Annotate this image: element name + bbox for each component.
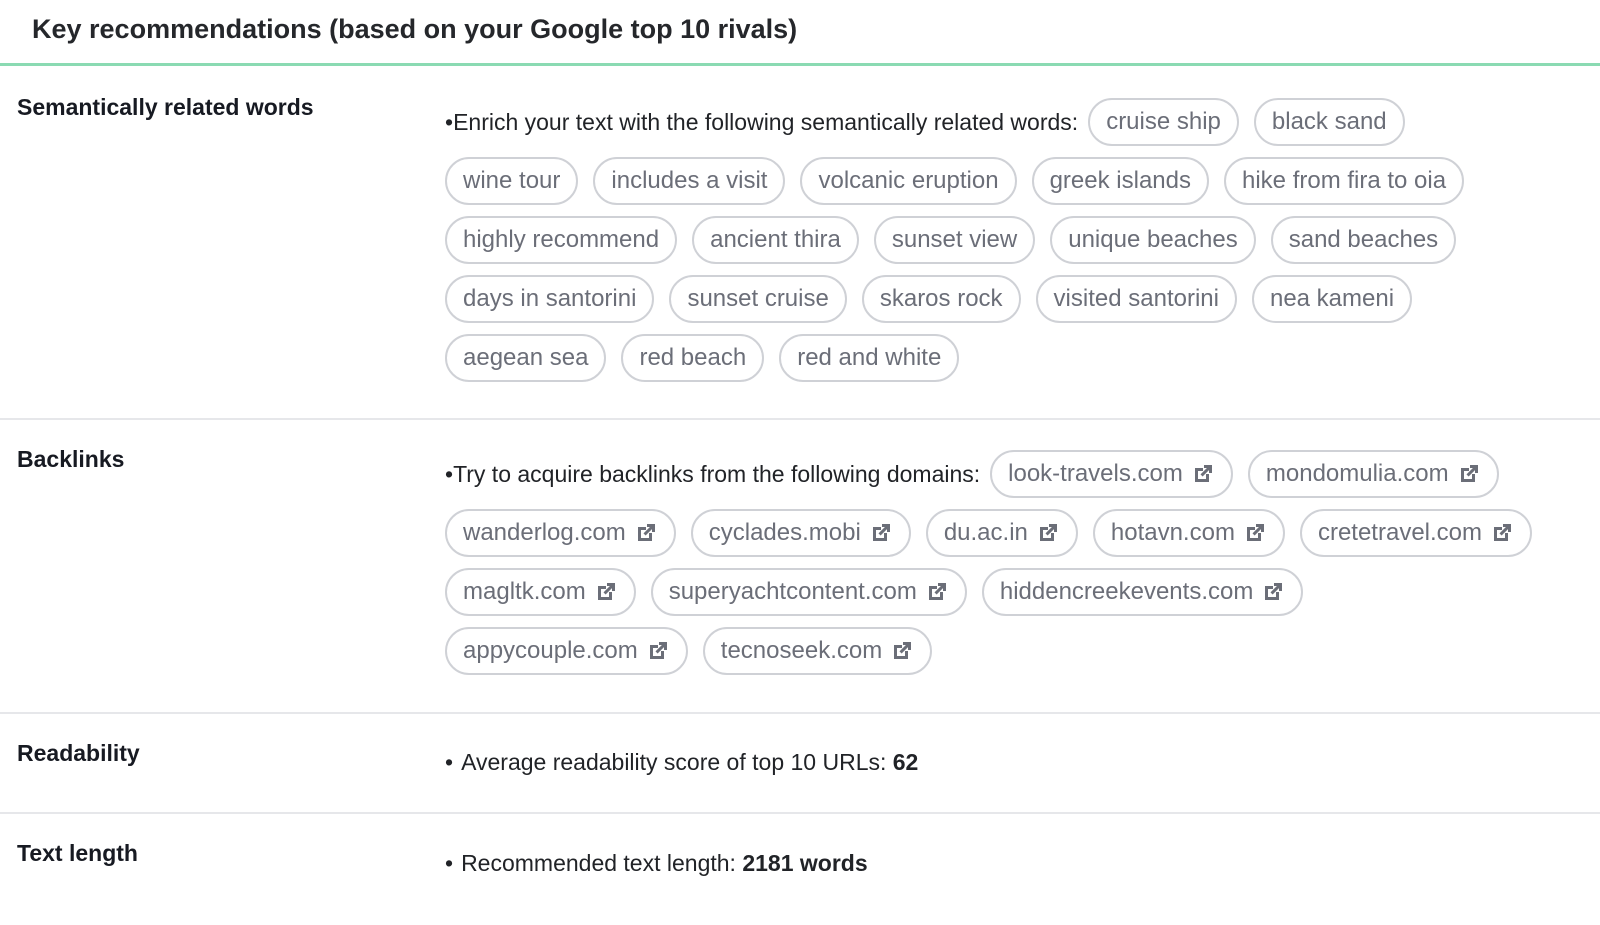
section-label: Text length [17,840,138,866]
intro-text: Try to acquire backlinks from the follow… [453,460,981,487]
semantic-word-tag[interactable]: includes a visit [593,157,786,205]
semantic-words-section: Semantically related words • Enrich your … [0,66,1600,420]
backlink-domain-link[interactable]: superyachtcontent.com [650,568,967,616]
external-link-icon[interactable] [1243,521,1267,545]
domain-name: hotavn.com [1110,519,1235,546]
text-length-section: Text length • Recommended text length: 21… [0,814,1600,924]
text-length-description: Recommended text length: [461,850,736,876]
backlink-domain-link[interactable]: look-travels.com [990,450,1233,498]
backlink-domain-link[interactable]: tecnoseek.com [702,627,933,675]
backlink-domain-link[interactable]: hiddencreekevents.com [981,568,1304,616]
external-link-icon[interactable] [890,639,914,663]
backlink-domain-link[interactable]: magltk.com [445,568,636,616]
backlinks-intro: • Try to acquire backlinks from the follo… [445,450,980,498]
external-link-icon[interactable] [1036,521,1060,545]
backlink-domain-link[interactable]: cyclades.mobi [690,509,911,557]
external-link-icon[interactable] [1261,580,1285,604]
semantic-tags-list: • Enrich your text with the following sem… [445,98,1560,393]
domain-name: hiddencreekevents.com [999,578,1254,605]
semantic-word-tag[interactable]: sunset view [873,216,1036,264]
semantic-word-tag[interactable]: nea kameni [1251,275,1413,323]
semantic-word-tag[interactable]: hike from fira to oia [1224,157,1465,205]
semantic-word-tag[interactable]: highly recommend [445,216,678,264]
bullet: • [445,108,454,135]
domain-name: mondomulia.com [1265,460,1449,487]
backlink-domain-link[interactable]: du.ac.in [925,509,1078,557]
bullet: • [445,850,454,876]
semantic-word-tag[interactable]: aegean sea [445,334,607,382]
domain-name: superyachtcontent.com [668,578,917,605]
domain-name: cretetravel.com [1317,519,1483,546]
section-label: Semantically related words [17,94,314,120]
backlink-domain-link[interactable]: cretetravel.com [1299,509,1533,557]
semantic-word-tag[interactable]: visited santorini [1035,275,1237,323]
external-link-icon[interactable] [594,580,618,604]
domain-name: du.ac.in [943,519,1028,546]
semantic-word-tag[interactable]: cruise ship [1088,98,1239,146]
domain-name: magltk.com [463,578,586,605]
semantic-word-tag[interactable]: greek islands [1031,157,1209,205]
backlinks-section: Backlinks • Try to acquire backlinks from… [0,420,1600,714]
semantic-word-tag[interactable]: sand beaches [1270,216,1457,264]
header: Key recommendations (based on your Googl… [0,0,1600,66]
backlink-domain-link[interactable]: wanderlog.com [445,509,676,557]
external-link-icon[interactable] [1490,521,1514,545]
backlink-domains-list: • Try to acquire backlinks from the follo… [445,450,1560,686]
readability-description: Average readability score of top 10 URLs… [461,749,887,775]
semantic-word-tag[interactable]: black sand [1253,98,1405,146]
backlink-domain-link[interactable]: hotavn.com [1092,509,1285,557]
text-length-value: 2181 words [742,850,868,876]
semantic-word-tag[interactable]: unique beaches [1050,216,1256,264]
semantic-word-tag[interactable]: sunset cruise [669,275,847,323]
section-label: Backlinks [17,446,125,472]
readability-section: Readability • Average readability score o… [0,714,1600,814]
semantic-word-tag[interactable]: wine tour [445,157,579,205]
external-link-icon[interactable] [869,521,893,545]
external-link-icon[interactable] [1457,462,1481,486]
domain-name: cyclades.mobi [708,519,861,546]
backlink-domain-link[interactable]: appycouple.com [445,627,688,675]
semantic-word-tag[interactable]: days in santorini [445,275,655,323]
semantic-word-tag[interactable]: red beach [621,334,765,382]
semantic-word-tag[interactable]: skaros rock [861,275,1021,323]
external-link-icon[interactable] [1191,462,1215,486]
intro-text: Enrich your text with the following sema… [453,108,1079,135]
external-link-icon[interactable] [634,521,658,545]
semantic-word-tag[interactable]: volcanic eruption [800,157,1017,205]
bullet: • [445,460,454,487]
text-length-text: • Recommended text length: 2181 words [445,814,1600,924]
bullet: • [445,749,454,775]
domain-name: tecnoseek.com [720,637,883,664]
domain-name: appycouple.com [463,637,638,664]
domain-name: look-travels.com [1008,460,1183,487]
section-label: Readability [17,740,140,766]
semantic-word-tag[interactable]: red and white [779,334,960,382]
readability-text: • Average readability score of top 10 URL… [445,714,1600,812]
external-link-icon[interactable] [646,639,670,663]
semantic-intro: • Enrich your text with the following sem… [445,98,1078,146]
readability-score: 62 [892,749,919,775]
backlink-domain-link[interactable]: mondomulia.com [1247,450,1499,498]
domain-name: wanderlog.com [463,519,626,546]
external-link-icon[interactable] [925,580,949,604]
semantic-word-tag[interactable]: ancient thira [692,216,859,264]
page-title: Key recommendations (based on your Googl… [32,14,798,44]
